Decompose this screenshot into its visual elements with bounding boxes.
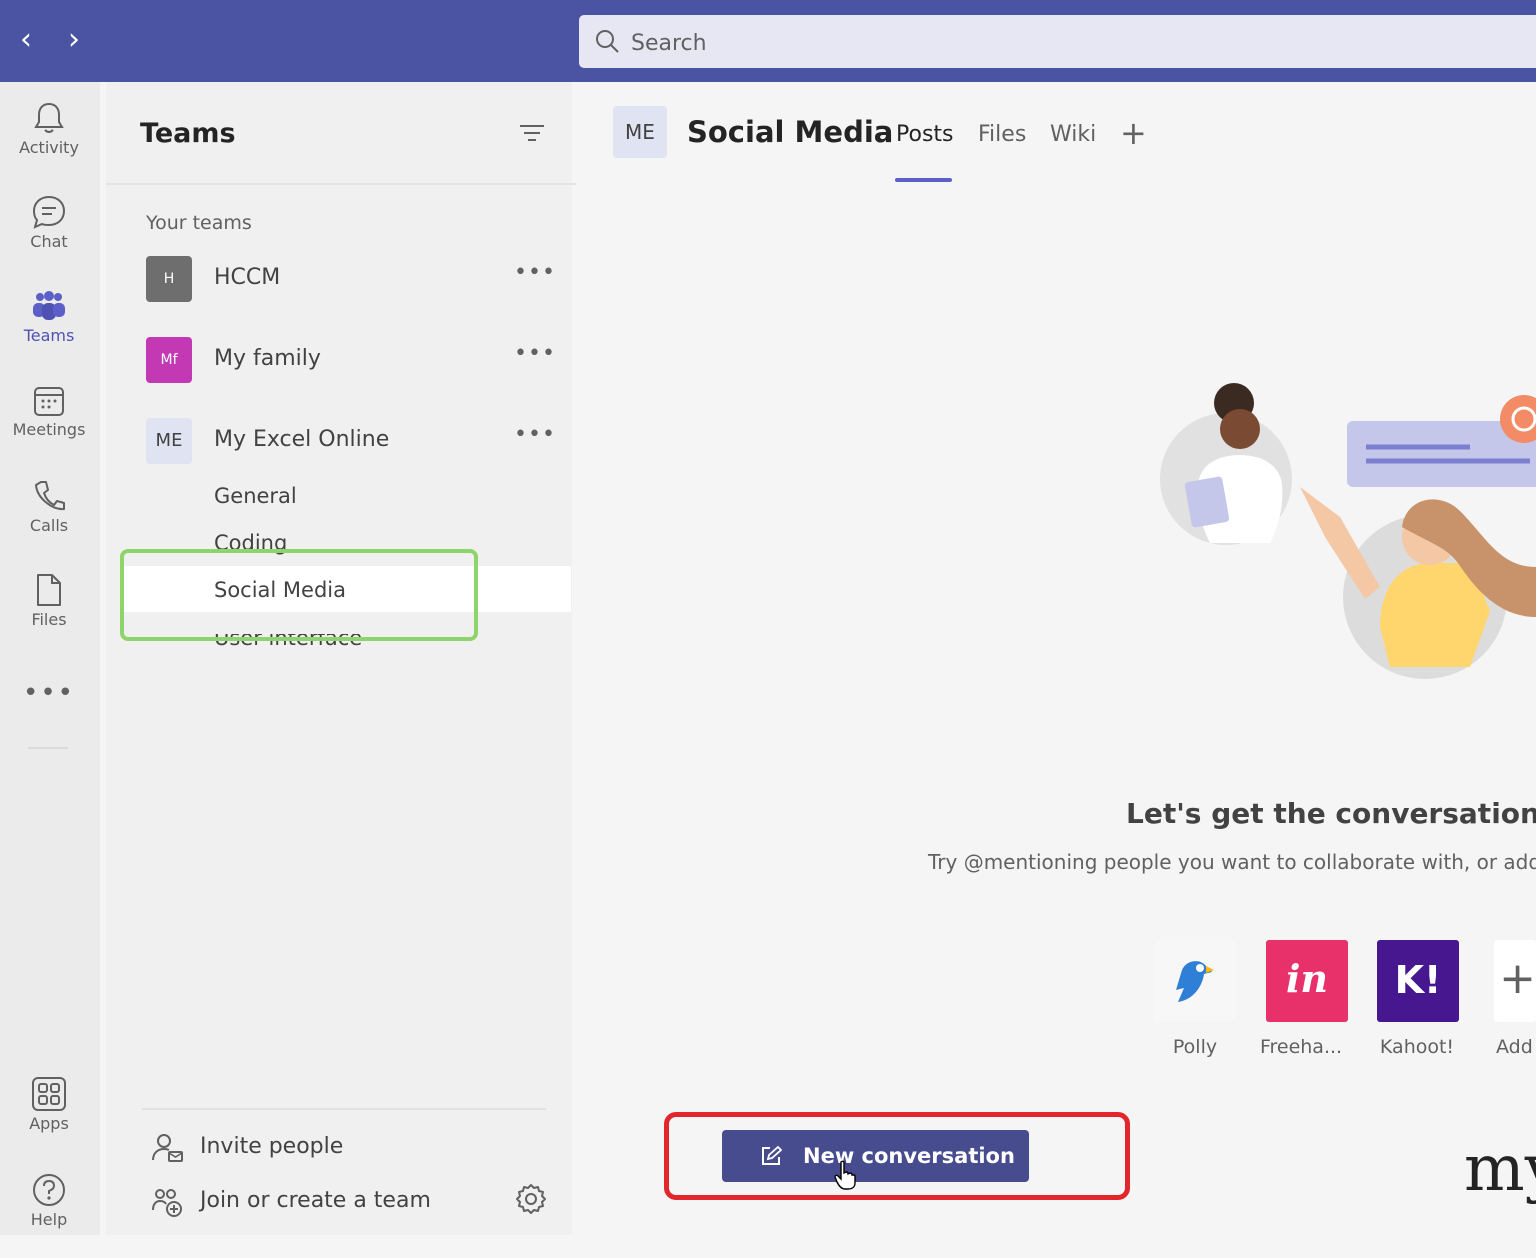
rail-item-teams[interactable]: Teams [0,288,98,374]
team-row-my-excel-online[interactable]: ME My Excel Online ••• [146,418,556,468]
help-icon [33,1174,65,1206]
app-label-freehand: Freeha... [1259,1036,1343,1058]
phone-icon [35,481,65,511]
invite-people-label: Invite people [200,1134,344,1159]
team-avatar: H [146,256,192,302]
team-row-hccm[interactable]: H HCCM ••• [146,256,556,306]
gear-icon[interactable] [514,1182,548,1216]
active-tab-indicator [895,178,952,182]
chat-icon [32,195,66,229]
more-options-icon[interactable]: ••• [514,341,555,371]
hand-cursor-icon [834,1160,856,1190]
brand-logo-fragment: my [1464,1132,1536,1206]
search-icon [596,30,619,53]
bell-icon [34,102,64,133]
join-create-team-button[interactable]: Join or create a team [150,1184,550,1220]
search-box[interactable] [579,15,1536,68]
teams-panel: Teams Your teams H HCCM ••• Mf My family… [106,82,576,1235]
new-conversation-button[interactable]: New conversation [722,1130,1029,1182]
panel-title: Teams [140,118,236,149]
app-label-kahoot: Kahoot! [1379,1036,1455,1058]
rail-item-apps[interactable]: Apps [0,1076,98,1162]
channel-general[interactable]: General [214,484,297,508]
invite-people-button[interactable]: Invite people [150,1130,550,1166]
rail-label-help: Help [30,1210,68,1229]
rail-label-files: Files [31,610,67,629]
annotation-highlight-green [120,549,478,641]
tab-wiki[interactable]: Wiki [1050,122,1096,147]
channel-main: ME Social Media Posts Files Wiki + Let's… [580,82,1536,1235]
apps-icon [32,1077,66,1111]
team-row-my-family[interactable]: Mf My family ••• [146,337,556,387]
app-tile-kahoot[interactable]: K! [1377,940,1459,1022]
rail-item-chat[interactable]: Chat [0,194,98,280]
rail-label-activity: Activity [19,138,79,157]
polly-parrot-icon [1176,961,1214,1002]
rail-label-calls: Calls [29,516,69,535]
conversation-illustration [1160,383,1536,679]
app-tile-add[interactable]: + [1494,940,1536,1022]
team-avatar: Mf [146,337,192,383]
filter-icon[interactable] [518,122,546,146]
team-name: HCCM [214,265,281,290]
forward-arrow-icon[interactable]: › [56,22,92,60]
team-name: My Excel Online [214,427,390,452]
rail-item-calls[interactable]: Calls [0,478,98,564]
rail-label-chat: Chat [30,232,68,251]
title-bar: ‹ › [0,0,1536,82]
empty-state-title: Let's get the conversation sta [1126,797,1536,830]
add-tab-icon[interactable]: + [1120,114,1147,152]
app-label-polly: Polly [1172,1036,1218,1058]
more-apps-icon[interactable]: ••• [20,678,78,708]
more-options-icon[interactable]: ••• [514,422,555,452]
teams-icon [33,291,65,320]
channel-team-avatar: ME [613,106,667,158]
tab-files[interactable]: Files [978,122,1026,147]
file-icon [37,574,61,606]
rail-item-activity[interactable]: Activity [0,100,98,186]
more-options-icon[interactable]: ••• [514,260,555,290]
back-arrow-icon[interactable]: ‹ [8,22,44,60]
tab-posts[interactable]: Posts [896,122,954,147]
empty-state-subtitle: Try @mentioning people you want to colla… [928,850,1536,874]
panel-divider [106,183,576,185]
team-name: My family [214,346,321,371]
rail-item-meetings[interactable]: Meetings [0,384,98,470]
join-create-team-label: Join or create a team [200,1188,431,1213]
compose-icon [762,1145,782,1165]
your-teams-label: Your teams [146,212,252,234]
panel-bottom-divider [142,1108,546,1110]
rail-label-meetings: Meetings [12,420,86,439]
rail-label-teams: Teams [23,326,75,345]
rail-divider [28,747,68,749]
rail-item-files[interactable]: Files [0,572,98,658]
app-tile-freehand[interactable]: in [1266,940,1348,1022]
calendar-icon [34,387,64,416]
app-rail: Activity Chat Teams Meetings Calls Files… [0,82,100,1235]
add-team-icon [152,1189,182,1217]
rail-label-apps: Apps [29,1114,69,1133]
app-tile-polly[interactable] [1154,940,1236,1022]
search-input[interactable] [629,25,1233,61]
team-avatar: ME [146,418,192,464]
invite-person-icon [152,1134,183,1162]
app-label-add: Add [1496,1036,1533,1058]
channel-title: Social Media [687,115,894,149]
rail-item-help[interactable]: Help [0,1172,98,1258]
